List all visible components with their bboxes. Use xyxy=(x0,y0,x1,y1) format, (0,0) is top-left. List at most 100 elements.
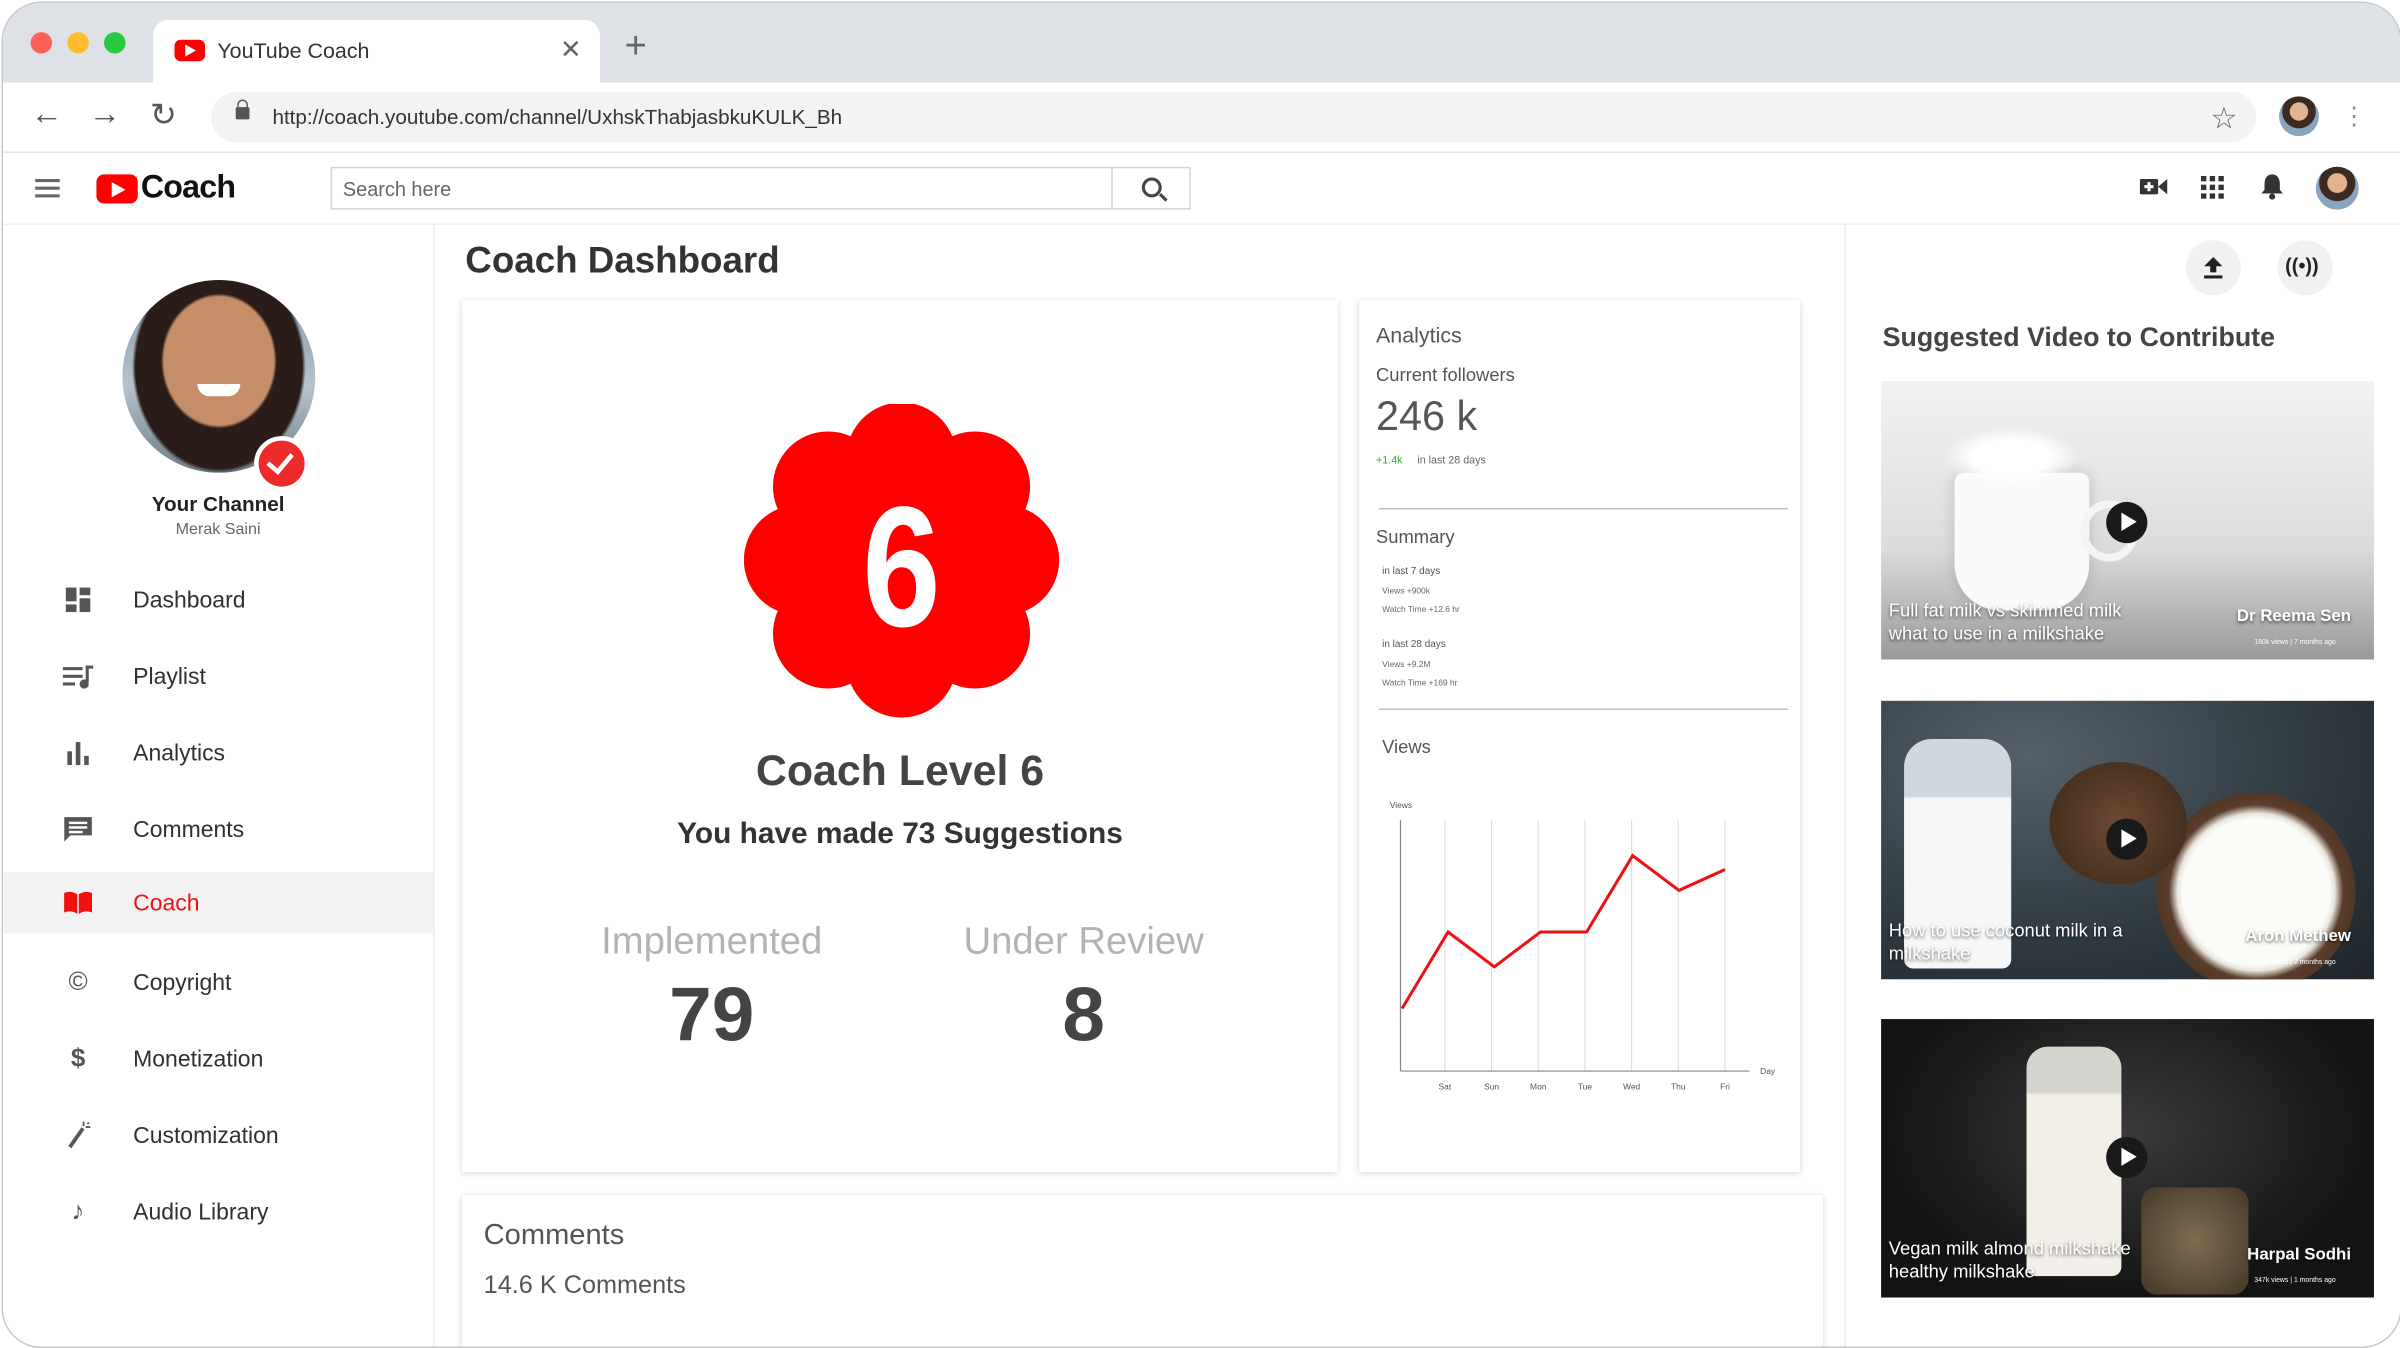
browser-tab[interactable]: YouTube Coach ✕ xyxy=(153,19,600,83)
divider xyxy=(1379,708,1788,710)
close-window-button[interactable] xyxy=(30,32,53,54)
x-tick-label: Mon xyxy=(1530,1081,1547,1091)
suggested-video-card[interactable]: How to use coconut milk in a milkshake A… xyxy=(1881,700,2374,980)
suggested-video-card[interactable]: Vegan milk almond milkshake healthy milk… xyxy=(1881,1019,2374,1298)
dollar-icon: $ xyxy=(70,1043,86,1073)
browser-address-bar: ← → ↻ http://coach.youtube.com/channel/U… xyxy=(3,82,2400,154)
tab-title: YouTube Coach xyxy=(217,38,370,63)
create-video-icon[interactable] xyxy=(2139,176,2168,197)
video-author[interactable]: Aron Methew xyxy=(2245,927,2351,945)
followers-delta-note: in last 28 days xyxy=(1417,455,1486,467)
app-header: Coach xyxy=(3,153,2400,225)
sidebar-item-dashboard[interactable]: Dashboard xyxy=(3,569,433,630)
sidebar-item-monetization[interactable]: $ Monetization xyxy=(3,1028,433,1089)
x-tick-label: Fri xyxy=(1720,1081,1730,1091)
sidebar-item-playlist[interactable]: Playlist xyxy=(3,646,433,707)
summary-28-watch-time: Watch Time +169 hr xyxy=(1382,679,1458,689)
y-axis-label: Views xyxy=(1390,800,1412,810)
playlist-icon xyxy=(62,665,94,689)
sidebar-item-copyright[interactable]: © Copyright xyxy=(3,952,433,1013)
hamburger-menu-icon[interactable] xyxy=(35,179,60,183)
maximize-window-button[interactable] xyxy=(104,32,126,54)
video-title[interactable]: Full fat milk vs skimmed milk what to us… xyxy=(1889,600,2157,646)
live-stream-button[interactable]: ((•)) xyxy=(2277,240,2333,296)
notifications-bell-icon[interactable] xyxy=(2261,173,2284,201)
under-review-value: 8 xyxy=(1062,971,1105,1058)
sidebar-item-audio-library[interactable]: ♪ Audio Library xyxy=(3,1181,433,1242)
search-button[interactable] xyxy=(1111,168,1189,209)
browser-tab-bar: YouTube Coach ✕ + xyxy=(3,3,2400,83)
forward-arrow-icon[interactable]: → xyxy=(89,96,121,133)
implemented-label: Implemented xyxy=(601,919,823,963)
search-input[interactable] xyxy=(332,168,1132,209)
followers-value: 246 k xyxy=(1376,393,1478,440)
sidebar-item-label: Customization xyxy=(133,1123,279,1150)
followers-delta: +1.4k xyxy=(1376,455,1403,467)
video-meta: 347k views | 1 months ago xyxy=(2254,1276,2336,1284)
page-title: Coach Dashboard xyxy=(465,240,780,282)
video-author[interactable]: Harpal Sodhi xyxy=(2247,1246,2351,1264)
suggested-video-card[interactable]: Full fat milk vs skimmed milk what to us… xyxy=(1881,380,2374,660)
summary-7-watch-time: Watch Time +12.6 hr xyxy=(1382,605,1460,616)
sidebar-item-label: Playlist xyxy=(133,664,206,691)
summary-title: Summary xyxy=(1376,526,1455,548)
youtube-logo-icon[interactable] xyxy=(96,174,138,204)
avatar-smile xyxy=(197,384,241,397)
browser-menu-icon[interactable]: ⋮ xyxy=(2342,101,2366,132)
coach-level-badge-icon: 6 xyxy=(743,403,1060,718)
coach-level-title: Coach Level 6 xyxy=(755,746,1045,795)
analytics-card: Analytics Current followers 246 k +1.4k … xyxy=(1359,299,1800,1173)
comments-card: Comments 14.6 K Comments xyxy=(462,1195,1823,1347)
x-tick-label: Wed xyxy=(1623,1081,1640,1091)
upload-button[interactable] xyxy=(2185,240,2241,296)
under-review-label: Under Review xyxy=(963,919,1204,963)
sidebar-item-comments[interactable]: Comments xyxy=(3,799,433,860)
sidebar-item-label: Audio Library xyxy=(133,1199,269,1226)
video-title[interactable]: How to use coconut milk in a milkshake xyxy=(1889,920,2157,966)
url-field[interactable]: http://coach.youtube.com/channel/UxhskTh… xyxy=(211,91,2257,143)
followers-label: Current followers xyxy=(1376,364,1515,386)
sidebar-item-analytics[interactable]: Analytics xyxy=(3,722,433,783)
reload-icon[interactable]: ↻ xyxy=(150,96,177,134)
sidebar-item-label: Monetization xyxy=(133,1046,264,1073)
views-series-line xyxy=(1400,853,1726,1010)
comments-count: 14.6 K Comments xyxy=(483,1271,686,1300)
x-tick-label: Tue xyxy=(1578,1081,1593,1091)
channel-name[interactable]: Your Channel xyxy=(3,493,433,516)
views-chart-title: Views xyxy=(1382,735,1431,758)
new-tab-icon[interactable]: + xyxy=(624,24,646,68)
back-arrow-icon[interactable]: ← xyxy=(31,96,63,133)
play-icon[interactable] xyxy=(2106,501,2148,544)
comments-icon xyxy=(64,817,92,842)
video-title[interactable]: Vegan milk almond milkshake healthy milk… xyxy=(1889,1238,2157,1284)
book-icon xyxy=(64,891,92,914)
account-avatar[interactable] xyxy=(2315,166,2359,210)
bookmark-star-icon[interactable]: ☆ xyxy=(2210,99,2237,137)
play-icon[interactable] xyxy=(2106,1136,2148,1179)
play-icon[interactable] xyxy=(2106,818,2148,860)
minimize-window-button[interactable] xyxy=(67,32,89,54)
sidebar-item-label: Coach xyxy=(133,890,200,917)
sidebar-item-label: Comments xyxy=(133,817,245,844)
milk-cup-image xyxy=(1954,472,2090,611)
x-tick-label: Thu xyxy=(1671,1081,1686,1091)
sidebar-item-customization[interactable]: Customization xyxy=(3,1105,433,1166)
apps-grid-icon[interactable] xyxy=(2201,175,2224,199)
summary-7-title: in last 7 days xyxy=(1382,566,1441,577)
sidebar-item-coach[interactable]: Coach xyxy=(3,872,434,934)
summary-28-views: Views +9.2M xyxy=(1382,661,1431,671)
url-text: http://coach.youtube.com/channel/UxhskTh… xyxy=(272,105,843,129)
browser-profile-avatar[interactable] xyxy=(2279,96,2319,137)
logo-text[interactable]: Coach xyxy=(141,170,236,207)
youtube-favicon-icon xyxy=(174,39,206,62)
sidebar-item-label: Analytics xyxy=(133,740,226,767)
video-meta: 180k views | 7 months ago xyxy=(2254,638,2336,646)
close-tab-icon[interactable]: ✕ xyxy=(560,35,582,66)
analytics-title: Analytics xyxy=(1376,322,1462,348)
coach-level-number: 6 xyxy=(862,472,940,663)
sidebar-item-label: Dashboard xyxy=(133,587,246,614)
coach-level-card: 6 Coach Level 6 You have made 73 Suggest… xyxy=(462,299,1338,1173)
suggested-videos-panel: ((•)) Suggested Video to Contribute Full… xyxy=(1844,224,2400,1347)
video-author[interactable]: Dr Reema Sen xyxy=(2237,607,2351,625)
x-tick-label: Sun xyxy=(1484,1081,1499,1091)
